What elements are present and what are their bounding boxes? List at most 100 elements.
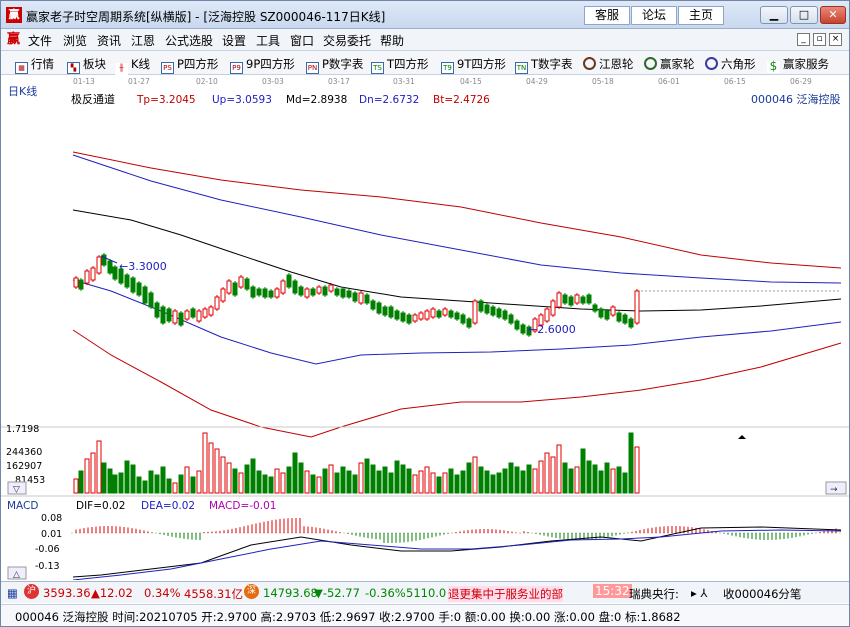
indicator-bt: Bt=2.4726 bbox=[433, 94, 490, 106]
candle-body bbox=[574, 294, 580, 304]
app-window: 赢 赢家老子时空周期系统[纵横版] - [泛海控股 SZ000046-117日K… bbox=[0, 0, 850, 627]
menu-file[interactable]: 文件 bbox=[28, 32, 52, 49]
minimize-button[interactable]: ▁ bbox=[760, 6, 788, 24]
toolbar-service[interactable]: $ 赢家服务 bbox=[767, 56, 829, 73]
candle-body bbox=[568, 296, 574, 306]
volume-bar bbox=[454, 474, 460, 494]
candle-body bbox=[130, 277, 136, 293]
candle-body bbox=[508, 314, 514, 324]
volume-bar bbox=[574, 466, 580, 494]
date-tick: 04-29 bbox=[526, 77, 548, 86]
menu-formula[interactable]: 公式选股 bbox=[165, 32, 213, 49]
volume-bar bbox=[502, 468, 508, 494]
candle-body bbox=[610, 306, 616, 316]
candle-body bbox=[436, 310, 442, 318]
candle-body bbox=[226, 280, 232, 294]
volume-bar bbox=[544, 452, 550, 494]
candle-body bbox=[550, 300, 556, 316]
volume-bar bbox=[598, 470, 604, 494]
macd-name: MACD bbox=[7, 500, 38, 512]
volume-bar bbox=[478, 466, 484, 494]
toolbar-sectors[interactable]: ▚ 板块 bbox=[67, 56, 106, 74]
up-arrow-icon bbox=[738, 435, 746, 439]
mdi-close-button[interactable]: × bbox=[829, 33, 842, 46]
mdi-restore-button[interactable]: ▫ bbox=[813, 33, 826, 46]
candle-body bbox=[78, 279, 84, 290]
volume-bar bbox=[286, 466, 292, 494]
toolbar-quotes[interactable]: ▦ 行情 bbox=[15, 56, 54, 74]
volume-bar bbox=[214, 448, 220, 494]
candle-body bbox=[148, 292, 154, 308]
volume-bar bbox=[84, 458, 90, 494]
toolbar-hexagon[interactable]: 六角形 bbox=[705, 56, 756, 72]
toolbar-winner-wheel[interactable]: 赢家轮 bbox=[644, 56, 695, 72]
candle-body bbox=[208, 306, 214, 316]
volume-bar bbox=[322, 468, 328, 494]
candle-body bbox=[382, 306, 388, 316]
ticker-scroll-icon[interactable]: ▸ ⅄ bbox=[691, 586, 707, 600]
menu-news[interactable]: 资讯 bbox=[97, 32, 121, 49]
volume-bar bbox=[364, 458, 370, 494]
volume-bar bbox=[274, 468, 280, 494]
menu-window[interactable]: 窗口 bbox=[290, 32, 314, 49]
news-ticker[interactable]: 退更集中于服务业的部 bbox=[448, 586, 563, 602]
volume-bar bbox=[316, 476, 322, 494]
menu-gann[interactable]: 江恩 bbox=[131, 32, 155, 49]
candle-body bbox=[448, 310, 454, 318]
menu-trade[interactable]: 交易委托 bbox=[323, 32, 371, 49]
service-link[interactable]: 客服 bbox=[584, 6, 630, 25]
volume-bar bbox=[460, 470, 466, 494]
volume-bar bbox=[430, 472, 436, 494]
toolbar-kline[interactable]: ╫ K线 bbox=[115, 56, 150, 75]
mdi-minimize-button[interactable]: _ bbox=[797, 33, 810, 46]
close-button[interactable]: ✕ bbox=[820, 6, 846, 24]
shenzhen-badge: 深 bbox=[244, 584, 259, 599]
candle-body bbox=[466, 318, 472, 328]
volume-bar bbox=[592, 464, 598, 494]
home-link[interactable]: 主页 bbox=[678, 6, 724, 25]
candle-body bbox=[358, 292, 364, 304]
high-mark-label: ←3.3000 bbox=[119, 260, 167, 273]
menu-help[interactable]: 帮助 bbox=[380, 32, 404, 49]
macd-axis-4: -0.13 bbox=[35, 561, 60, 572]
volume-bar bbox=[107, 468, 113, 494]
candle-body bbox=[334, 288, 340, 296]
volume-bar bbox=[556, 444, 562, 494]
sh-index: 3593.36 bbox=[43, 586, 91, 600]
volume-bar bbox=[190, 476, 196, 494]
volume-bar bbox=[370, 464, 376, 494]
candle-body bbox=[412, 314, 418, 322]
chart-area[interactable]: 01-13 01-27 02-10 03-03 03-17 03-31 04-15 04-29… bbox=[1, 75, 849, 580]
candle-body bbox=[622, 314, 628, 324]
candle-body bbox=[262, 288, 268, 298]
menu-browse[interactable]: 浏览 bbox=[63, 32, 87, 49]
candle-body bbox=[454, 312, 460, 320]
toolbar-9p-square[interactable]: P9 9P四方形 bbox=[230, 56, 295, 74]
toolbar-t-table[interactable]: TN T数字表 bbox=[515, 56, 573, 74]
volume-bar bbox=[310, 474, 316, 494]
volume-bar bbox=[406, 468, 412, 494]
candle-body bbox=[400, 312, 406, 322]
kline-icon: ╫ bbox=[115, 63, 128, 75]
toolbar-gann-wheel[interactable]: 江恩轮 bbox=[583, 56, 634, 72]
candle-body bbox=[196, 310, 202, 322]
volume-bar bbox=[562, 462, 568, 494]
maximize-button[interactable]: □ bbox=[790, 6, 818, 24]
volume-bar bbox=[220, 456, 226, 494]
menu-settings[interactable]: 设置 bbox=[222, 32, 246, 49]
menu-tools[interactable]: 工具 bbox=[256, 32, 280, 49]
candle-body bbox=[616, 312, 622, 322]
candle-body bbox=[634, 290, 640, 324]
news-ticker-2[interactable]: 瑞典央行: bbox=[629, 586, 679, 602]
candle-body bbox=[388, 306, 394, 318]
candle-body bbox=[232, 282, 238, 296]
toolbar-t-square[interactable]: TS T四方形 bbox=[371, 56, 429, 74]
toolbar-p-table[interactable]: PN P数字表 bbox=[306, 56, 363, 74]
toolbar-p-square[interactable]: PS P四方形 bbox=[161, 56, 218, 74]
volume-bar bbox=[412, 474, 418, 494]
candle-body bbox=[472, 300, 478, 324]
forum-link[interactable]: 论坛 bbox=[631, 6, 677, 25]
toolbar-9t-square[interactable]: T9 9T四方形 bbox=[441, 56, 506, 74]
candle-body bbox=[442, 308, 448, 316]
volume-bar bbox=[118, 472, 124, 494]
